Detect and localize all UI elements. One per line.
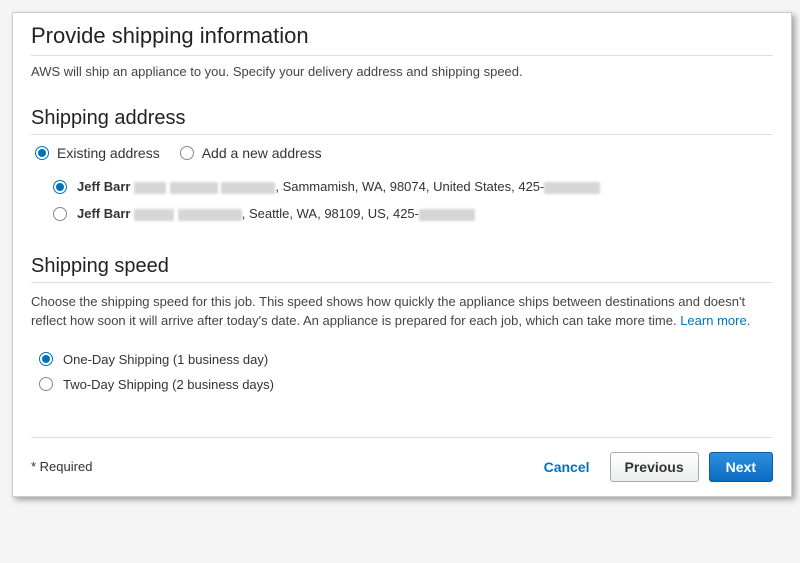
footer: * Required Cancel Previous Next [31, 452, 773, 482]
radio-icon [39, 352, 53, 366]
next-button[interactable]: Next [709, 452, 773, 482]
address-rest: , Seattle, WA, 98109, US, 425- [242, 206, 419, 221]
shipping-info-panel: Provide shipping information AWS will sh… [12, 12, 792, 497]
page-title: Provide shipping information [31, 23, 773, 56]
speed-label: Two-Day Shipping (2 business days) [63, 377, 274, 392]
radio-icon [53, 180, 67, 194]
speed-description: Choose the shipping speed for this job. … [31, 293, 773, 331]
radio-icon [53, 207, 67, 221]
redacted-icon [419, 209, 475, 221]
redacted-icon [221, 182, 275, 194]
redacted-icon [544, 182, 600, 194]
radio-add-new-address[interactable]: Add a new address [180, 145, 322, 161]
address-rest: , Sammamish, WA, 98074, United States, 4… [275, 179, 544, 194]
page-subtitle: AWS will ship an appliance to you. Speci… [31, 64, 773, 79]
address-list: Jeff Barr , Sammamish, WA, 98074, United… [31, 173, 773, 227]
radio-label: Existing address [57, 145, 160, 161]
redacted-icon [134, 182, 166, 194]
speed-desc-text: Choose the shipping speed for this job. … [31, 294, 745, 328]
required-note: * Required [31, 459, 92, 474]
radio-label: Add a new address [202, 145, 322, 161]
cancel-button[interactable]: Cancel [534, 453, 600, 481]
redacted-icon [178, 209, 242, 221]
speed-label: One-Day Shipping (1 business day) [63, 352, 268, 367]
footer-actions: Cancel Previous Next [534, 452, 773, 482]
address-item-1[interactable]: Jeff Barr , Seattle, WA, 98109, US, 425- [53, 200, 773, 227]
speed-option-one-day[interactable]: One-Day Shipping (1 business day) [39, 347, 773, 372]
redacted-icon [170, 182, 218, 194]
speed-option-two-day[interactable]: Two-Day Shipping (2 business days) [39, 372, 773, 397]
section-title-address: Shipping address [31, 107, 773, 135]
address-text: Jeff Barr , Sammamish, WA, 98074, United… [77, 179, 600, 194]
address-mode-group: Existing address Add a new address [31, 145, 773, 161]
footer-divider [31, 437, 773, 438]
redacted-icon [134, 209, 174, 221]
learn-more-link[interactable]: Learn more [680, 313, 746, 328]
speed-options: One-Day Shipping (1 business day) Two-Da… [31, 347, 773, 397]
previous-button[interactable]: Previous [610, 452, 699, 482]
address-text: Jeff Barr , Seattle, WA, 98109, US, 425- [77, 206, 475, 221]
address-name: Jeff Barr [77, 179, 130, 194]
radio-icon [180, 146, 194, 160]
address-name: Jeff Barr [77, 206, 130, 221]
section-title-speed: Shipping speed [31, 255, 773, 283]
radio-icon [35, 146, 49, 160]
radio-existing-address[interactable]: Existing address [35, 145, 160, 161]
radio-icon [39, 377, 53, 391]
address-item-0[interactable]: Jeff Barr , Sammamish, WA, 98074, United… [53, 173, 773, 200]
